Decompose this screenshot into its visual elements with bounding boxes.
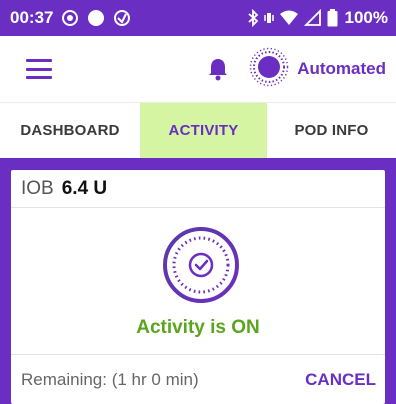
mode-label: Automated bbox=[297, 59, 386, 78]
activity-check-icon bbox=[161, 225, 241, 305]
iob-label: IOB bbox=[21, 177, 54, 199]
activity-card: IOB 6.4 U Activity is ON Remaining: (1 h… bbox=[11, 170, 385, 404]
hamburger-menu-icon[interactable] bbox=[26, 59, 52, 79]
tab-dashboard[interactable]: DASHBOARD bbox=[0, 103, 140, 158]
bell-icon[interactable] bbox=[207, 57, 229, 81]
signal-icon bbox=[303, 9, 322, 27]
iob-value: 6.4 U bbox=[61, 177, 108, 199]
clock-time: 00:37 bbox=[10, 8, 54, 27]
activity-status: Activity is ON bbox=[136, 317, 260, 338]
remaining-time: Remaining: (1 hr 0 min) bbox=[21, 369, 199, 389]
card-footer: Remaining: (1 hr 0 min) CANCEL bbox=[11, 354, 385, 404]
battery-icon bbox=[327, 9, 338, 27]
app-bar: Automated bbox=[0, 36, 396, 102]
tab-activity[interactable]: ACTIVITY bbox=[140, 103, 267, 158]
status-left: 00:37 bbox=[10, 8, 131, 28]
iob-row: IOB 6.4 U bbox=[11, 170, 385, 208]
sun-mode-icon bbox=[249, 47, 289, 92]
data-saver-icon bbox=[113, 9, 131, 27]
bluetooth-icon bbox=[247, 9, 259, 27]
mode-indicator[interactable]: Automated bbox=[249, 47, 386, 92]
dot-icon bbox=[87, 9, 105, 27]
battery-percent: 100% bbox=[344, 8, 388, 27]
activity-content: IOB 6.4 U Activity is ON Remaining: (1 h… bbox=[0, 158, 396, 404]
status-right: 100% bbox=[247, 8, 388, 28]
tab-pod-info[interactable]: POD INFO bbox=[267, 103, 396, 158]
cancel-button[interactable]: CANCEL bbox=[305, 370, 376, 390]
status-bar: 00:37 100% bbox=[0, 0, 396, 36]
ring-icon bbox=[61, 9, 79, 27]
wifi-icon bbox=[279, 9, 299, 27]
vibrate-icon bbox=[263, 9, 274, 27]
tab-bar: DASHBOARD ACTIVITY POD INFO bbox=[0, 102, 396, 158]
